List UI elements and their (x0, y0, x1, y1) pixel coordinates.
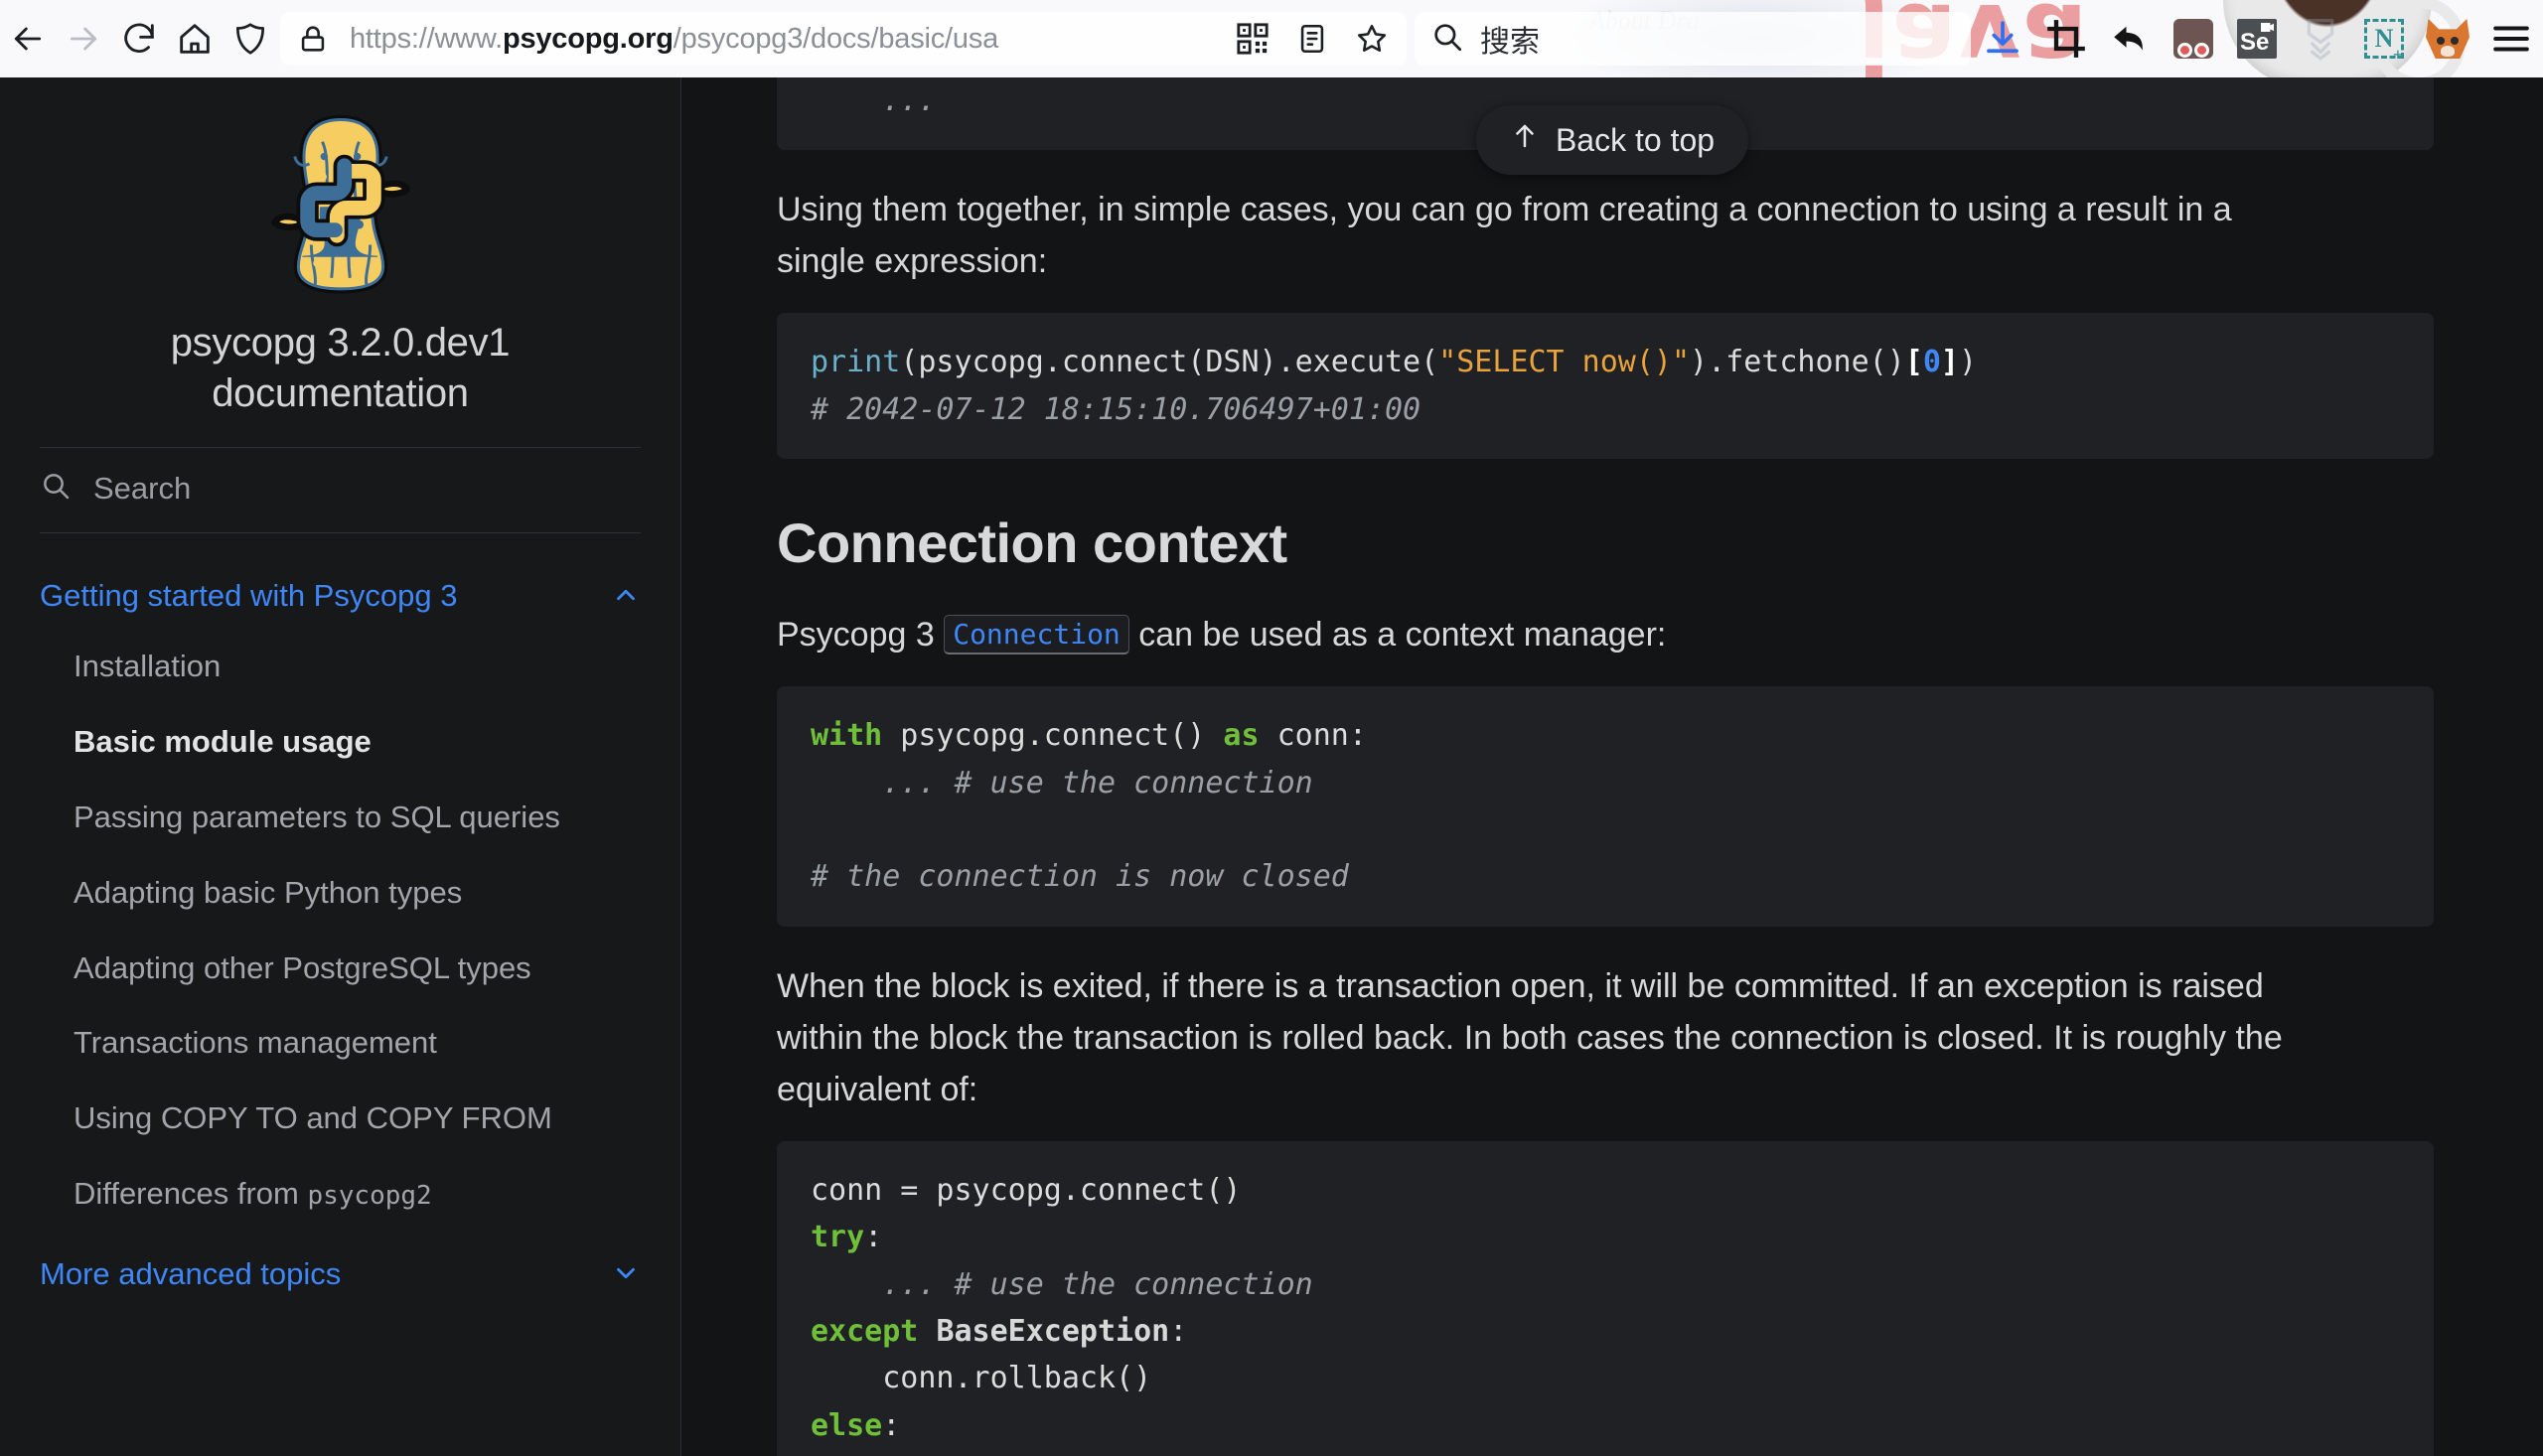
code-number-zero: 0 (1922, 345, 1941, 380)
code-comment-timestamp: # 2042-07-12 18:15:10.706497+01:00 (811, 391, 1421, 427)
back-icon[interactable] (0, 11, 56, 67)
code-block-try-except: conn = psycopg.connect() try: ... # use … (777, 1140, 2434, 1456)
sidebar-item-passing-parameters[interactable]: Passing parameters to SQL queries (40, 780, 641, 855)
code-tail-paren: ) (1958, 345, 1978, 380)
sidebar-item-differences-from-psycopg2[interactable]: Differences from psycopg2 (40, 1156, 641, 1232)
sidebar-search-placeholder: Search (93, 470, 192, 506)
code-l3-comment: # use the connection (954, 1266, 1313, 1302)
browser-toolbar: About Dra java https://www.psycopg.org/p… (0, 0, 2543, 77)
code-comment-use-connection: # use the connection (954, 765, 1313, 801)
code-mid-1: psycopg.connect() (882, 718, 1224, 754)
code-l6-rest: : (882, 1407, 901, 1443)
bookmark-star-icon[interactable] (1349, 16, 1395, 62)
paragraph-pre: Psycopg 3 (777, 616, 945, 655)
code-mid-a: (psycopg.connect(DSN).execute( (900, 345, 1439, 380)
page-body: psycopg 3.2.0.dev1 documentation Search … (0, 77, 2543, 1456)
paragraph-when-block-exited: When the block is exited, if there is a … (777, 966, 2283, 1108)
chevron-up-icon[interactable] (611, 579, 641, 621)
code-keyword-except: except (811, 1314, 919, 1349)
chevron-down-icon[interactable] (611, 1257, 641, 1299)
nimbus-capture-icon[interactable]: N (2352, 9, 2416, 69)
code-block-print-connect: print(psycopg.connect(DSN).execute("SELE… (777, 313, 2434, 460)
sidebar: psycopg 3.2.0.dev1 documentation Search … (0, 77, 681, 1456)
sidebar-item-label: More advanced topics (40, 1255, 342, 1291)
metamask-fox-icon[interactable] (2416, 9, 2479, 69)
paragraph-using-them-together: Using them together, in simple cases, yo… (777, 191, 2232, 281)
code-bracket-open: [ (1904, 345, 1923, 380)
search-icon (1430, 20, 1464, 59)
url-path: /psycopg3/docs/basic/usa (673, 22, 999, 55)
code-l4-rest: : (1169, 1314, 1188, 1349)
code-string-select-now: "SELECT now()" (1438, 345, 1691, 380)
browser-search-box[interactable]: 搜索 (1415, 12, 1971, 66)
sidebar-item-more-advanced-topics[interactable]: More advanced topics (40, 1245, 641, 1307)
reader-view-icon[interactable] (1289, 16, 1335, 62)
forward-icon[interactable] (56, 11, 111, 67)
inline-code-link-connection[interactable]: Connection (944, 615, 1129, 655)
paragraph-post: can be used as a context manager: (1128, 616, 1667, 655)
code-comment-now-closed: # the connection is now closed (811, 859, 1349, 895)
download-icon[interactable] (1971, 9, 2034, 69)
code-fn-print: print (811, 345, 901, 380)
sidebar-item-installation[interactable]: Installation (40, 629, 641, 704)
search-icon (40, 470, 72, 507)
hamburger-menu-icon[interactable] (2479, 9, 2543, 69)
page-title-connection-context: Connection context (777, 511, 1287, 575)
code-mid-b: ).fetchone() (1690, 345, 1905, 380)
undo-arrow-icon[interactable] (2098, 9, 2162, 69)
browser-search-placeholder: 搜索 (1480, 25, 1540, 60)
code-clipped-dots: ... (811, 83, 937, 118)
arrow-up-icon (1510, 121, 1540, 159)
address-bar[interactable]: https://www.psycopg.org/psycopg3/docs/ba… (280, 12, 1407, 66)
sidebar-item-label: Getting started with Psycopg 3 (40, 578, 458, 614)
sidebar-item-adapting-other-postgresql-types[interactable]: Adapting other PostgreSQL types (40, 931, 641, 1006)
sidebar-item-basic-module-usage[interactable]: Basic module usage (40, 704, 641, 780)
code-l3-dots: ... (811, 1266, 955, 1302)
crop-icon[interactable] (2034, 9, 2098, 69)
code-mid-2: conn: (1259, 718, 1367, 754)
article: ... Using them together, in simple cases… (681, 77, 2543, 1456)
code-l5-rollback: conn.rollback() (811, 1361, 1152, 1396)
sidebar-search[interactable]: Search (40, 447, 641, 534)
sidebar-item-transactions-management[interactable]: Transactions management (40, 1005, 641, 1081)
paragraph-context-manager: Psycopg 3 Connection can be used as a co… (777, 609, 2326, 660)
selenium-ide-icon[interactable]: Se (2225, 9, 2289, 69)
sidebar-item-using-copy[interactable]: Using COPY TO and COPY FROM (40, 1081, 641, 1156)
sidebar-item-getting-started[interactable]: Getting started with Psycopg 3 (40, 567, 641, 629)
sidebar-item-label: Differences from (74, 1176, 308, 1212)
qr-code-icon[interactable] (1230, 16, 1275, 62)
inline-code-psycopg2: psycopg2 (307, 1181, 432, 1212)
code-exception-baseexception: BaseException (936, 1314, 1170, 1349)
code-dots-2: ... (811, 765, 955, 801)
url-prefix: https://www. (350, 22, 503, 55)
code-l1: conn = psycopg.connect() (811, 1172, 1242, 1208)
code-keyword-with: with (811, 718, 883, 754)
main-content: Back to top ... Using them together, in … (681, 77, 2543, 1456)
home-icon[interactable] (167, 11, 223, 67)
shield-icon[interactable] (223, 11, 278, 67)
back-to-top-button[interactable]: Back to top (1475, 105, 1749, 175)
reload-icon[interactable] (111, 11, 167, 67)
download-arrows-icon[interactable] (2289, 9, 2352, 69)
logo-svg (270, 114, 410, 294)
code-keyword-else: else (811, 1407, 883, 1443)
site-title: psycopg 3.2.0.dev1 documentation (170, 321, 511, 416)
sidebar-item-adapting-basic-python-types[interactable]: Adapting basic Python types (40, 855, 641, 931)
url-domain: psycopg.org (502, 22, 673, 55)
code-block-with-connect: with psycopg.connect() as conn: ... # us… (777, 686, 2434, 927)
extension-icons: Se N (1971, 9, 2543, 69)
code-bracket-close: ] (1940, 345, 1959, 380)
code-l2-rest: : (864, 1220, 883, 1255)
red-circles-icon[interactable] (2162, 9, 2225, 69)
psycopg-elephant-python-logo[interactable] (0, 77, 680, 300)
back-to-top-label: Back to top (1555, 121, 1716, 158)
code-keyword-as: as (1223, 718, 1260, 754)
sidebar-nav: Getting started with Psycopg 3 Installat… (0, 533, 680, 1306)
lock-icon[interactable] (290, 16, 336, 62)
url-text[interactable]: https://www.psycopg.org/psycopg3/docs/ba… (350, 23, 1216, 56)
code-keyword-try: try (811, 1220, 865, 1255)
